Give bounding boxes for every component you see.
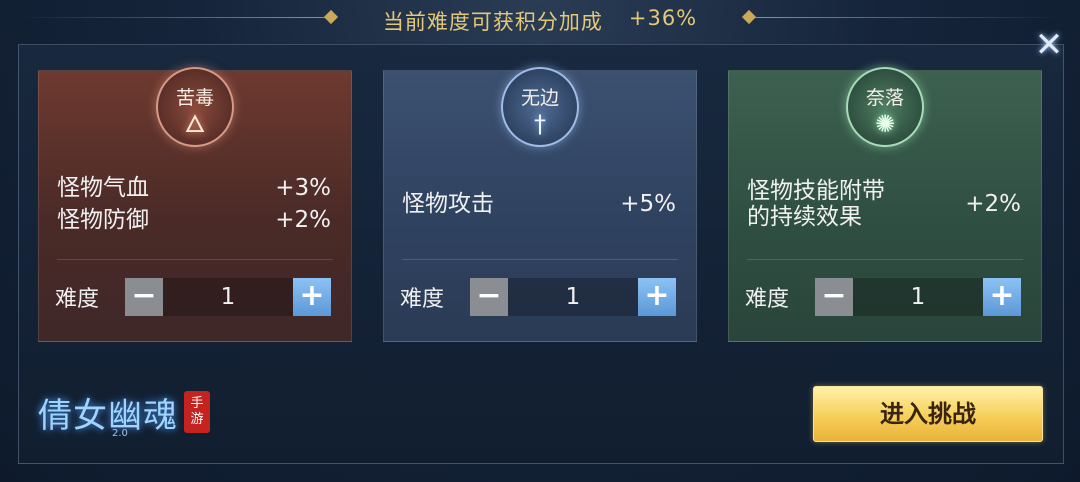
effects-list: 怪物攻击 +5% <box>402 159 676 249</box>
banner-text: 当前难度可获积分加成 +36% <box>383 4 697 36</box>
poison-splash-icon: ✺ <box>874 109 896 138</box>
banner-label: 当前难度可获积分加成 <box>382 10 603 34</box>
effects-list: 怪物技能附带 的持续效果 +2% <box>747 159 1021 249</box>
banner-line-left <box>20 17 330 18</box>
difficulty-label: 难度 <box>55 287 100 312</box>
banner-diamond-left <box>323 9 339 25</box>
logo-stamp-line: 游 <box>190 412 204 427</box>
decrease-button[interactable]: − <box>470 278 508 316</box>
modifier-card-nailuo: 奈落 ✺ 怪物技能附带 的持续效果 +2% 难度 − 1 + <box>728 67 1042 342</box>
modifier-emblem-nailuo: 奈落 ✺ <box>846 67 924 147</box>
modifier-emblem-kudu: 苦毒 🜂 <box>156 67 234 147</box>
difficulty-stepper: − 1 + <box>815 278 1021 316</box>
effect-row: 怪物防御 +2% <box>57 207 331 233</box>
difficulty-row: 难度 − 1 + <box>745 277 1021 317</box>
divider <box>57 259 333 260</box>
difficulty-stepper: − 1 + <box>125 278 331 316</box>
enter-challenge-button[interactable]: 进入挑战 <box>813 386 1043 442</box>
difficulty-stepper: − 1 + <box>470 278 676 316</box>
effects-list: 怪物气血 +3% 怪物防御 +2% <box>57 159 331 249</box>
effect-value: +3% <box>275 175 331 201</box>
effect-label: 怪物气血 <box>57 175 149 201</box>
effect-value: +5% <box>620 191 676 217</box>
effect-row: 怪物技能附带 的持续效果 +2% <box>747 178 1021 230</box>
flame-icon: 🜂 <box>184 109 206 138</box>
game-logo: 倩女幽魂 手 游 2.0 <box>38 384 248 440</box>
increase-button[interactable]: + <box>293 278 331 316</box>
effect-label-line: 的持续效果 <box>747 204 862 230</box>
banner-value: +36% <box>628 6 698 30</box>
difficulty-row: 难度 − 1 + <box>55 277 331 317</box>
difficulty-label: 难度 <box>400 287 445 312</box>
modifier-emblem-wubian: 无边 † <box>501 67 579 147</box>
difficulty-label: 难度 <box>745 287 790 312</box>
increase-button[interactable]: + <box>638 278 676 316</box>
effect-label: 怪物技能附带 的持续效果 <box>747 178 885 230</box>
effect-value: +2% <box>275 207 331 233</box>
decrease-button[interactable]: − <box>815 278 853 316</box>
divider <box>402 259 678 260</box>
banner-line-right <box>750 17 1060 18</box>
close-icon[interactable]: ✕ <box>1030 26 1068 64</box>
modifier-card-wubian: 无边 † 怪物攻击 +5% 难度 − 1 + <box>383 67 697 342</box>
modifier-name: 苦毒 <box>175 86 214 109</box>
difficulty-value: 1 <box>910 284 926 310</box>
modifier-name: 奈落 <box>865 86 904 109</box>
sword-icon: † <box>534 109 546 138</box>
logo-stamp-line: 手 <box>190 396 204 411</box>
score-bonus-banner: 当前难度可获积分加成 +36% <box>0 0 1080 40</box>
modifier-name: 无边 <box>520 86 559 109</box>
logo-version: 2.0 <box>112 428 128 439</box>
decrease-button[interactable]: − <box>125 278 163 316</box>
effect-label: 怪物防御 <box>57 207 149 233</box>
logo-title: 倩女幽魂 <box>38 395 178 436</box>
effect-row: 怪物攻击 +5% <box>402 191 676 217</box>
effect-label-line: 怪物技能附带 <box>747 178 885 204</box>
effect-row: 怪物气血 +3% <box>57 175 331 201</box>
increase-button[interactable]: + <box>983 278 1021 316</box>
difficulty-value: 1 <box>565 284 581 310</box>
effect-label: 怪物攻击 <box>402 191 494 217</box>
effect-value: +2% <box>965 191 1021 217</box>
difficulty-value: 1 <box>220 284 236 310</box>
modifier-card-kudu: 苦毒 🜂 怪物气血 +3% 怪物防御 +2% 难度 − 1 + <box>38 67 352 342</box>
difficulty-row: 难度 − 1 + <box>400 277 676 317</box>
logo-stamp: 手 游 <box>184 391 210 433</box>
divider <box>747 259 1023 260</box>
